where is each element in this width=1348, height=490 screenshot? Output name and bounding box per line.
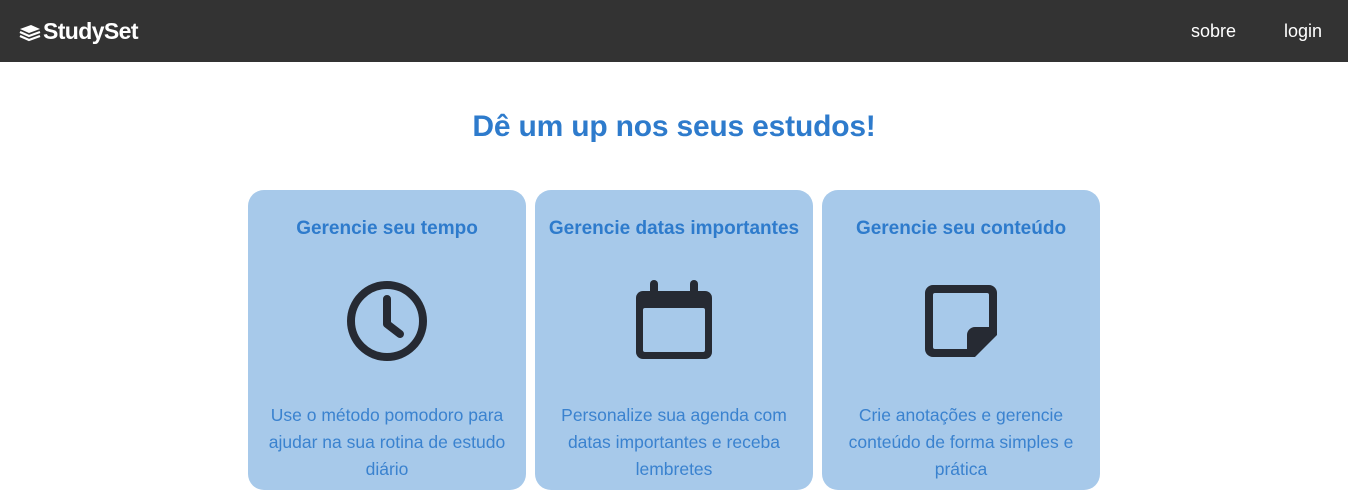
sticky-note-icon	[822, 276, 1100, 366]
card-description: Crie anotações e gerencie conteúdo de fo…	[848, 405, 1074, 479]
top-navbar: StudySet sobre login	[0, 0, 1348, 62]
feature-card-time: Gerencie seu tempo Use o método pomodoro…	[248, 190, 526, 490]
top-nav: sobre login	[1143, 21, 1322, 42]
card-description: Use o método pomodoro para ajudar na sua…	[268, 405, 506, 479]
nav-link-login[interactable]: login	[1284, 21, 1322, 42]
feature-cards: Gerencie seu tempo Use o método pomodoro…	[248, 190, 1100, 490]
book-stack-icon	[19, 25, 41, 42]
feature-card-content: Gerencie seu conteúdo Crie anotações e g…	[822, 190, 1100, 490]
card-title: Gerencie datas importantes	[548, 218, 800, 239]
brand-logo[interactable]: StudySet	[18, 18, 138, 45]
feature-card-dates: Gerencie datas importantes Personalize s…	[535, 190, 813, 490]
card-title: Gerencie seu conteúdo	[855, 218, 1067, 239]
card-title: Gerencie seu tempo	[296, 218, 478, 239]
card-description: Personalize sua agenda com datas importa…	[561, 405, 787, 479]
calendar-icon	[535, 276, 813, 366]
brand-name: StudySet	[43, 17, 138, 44]
page-title: Dê um up nos seus estudos!	[472, 110, 876, 143]
clock-icon	[248, 276, 526, 366]
nav-link-sobre[interactable]: sobre	[1191, 21, 1236, 42]
